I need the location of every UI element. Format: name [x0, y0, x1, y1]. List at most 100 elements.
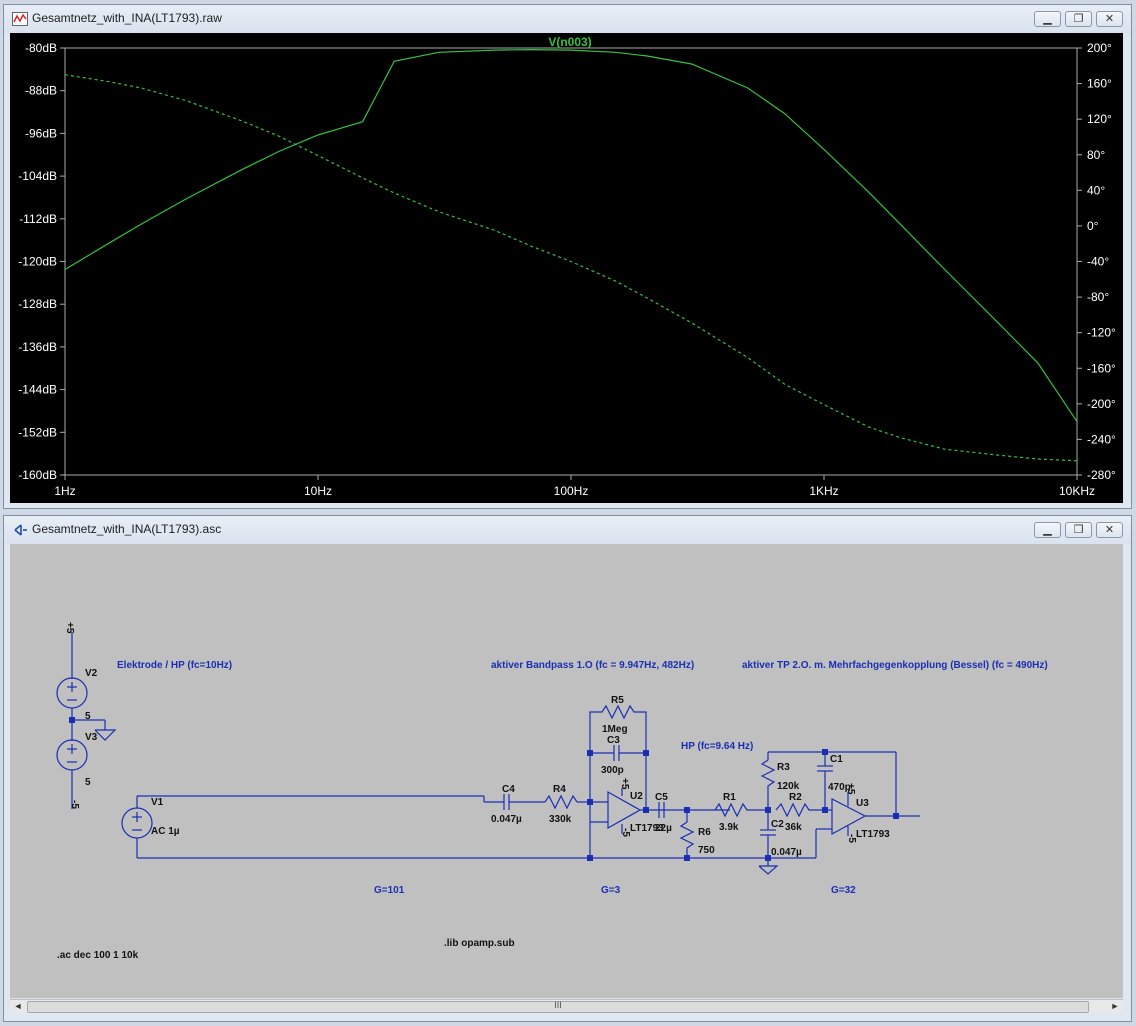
right-axis-tick-label: 80°: [1087, 148, 1105, 162]
schematic-canvas[interactable]: V2 5 V3 5 V1 AC 1µ C4 0.047µ R4 330k R5 …: [10, 544, 1123, 998]
right-axis-tick-label: -40°: [1087, 255, 1109, 269]
right-axis-tick-label: -280°: [1087, 468, 1116, 482]
c5-label: C5: [655, 792, 668, 803]
schematic-titlebar[interactable]: Gesamtnetz_with_INA(LT1793).asc ▁ ❐ ✕: [4, 516, 1131, 544]
x-axis-tick-label: 100Hz: [554, 484, 589, 498]
restore-button[interactable]: ❐: [1065, 522, 1092, 538]
supply-pos-label: +5: [64, 622, 75, 634]
c1-label: C1: [830, 754, 843, 765]
left-axis-tick-label: -120dB: [18, 255, 57, 269]
magnitude-trace: [64, 48, 1078, 422]
c5-value: 22µ: [655, 823, 672, 834]
left-axis-tick-label: -128dB: [18, 297, 57, 311]
r2-label: R2: [789, 792, 802, 803]
plot-titlebar[interactable]: Gesamtnetz_with_INA(LT1793).raw ▁ ❐ ✕: [4, 5, 1131, 33]
bode-plot-canvas: -80dB -88dB -96dB -104dB -112dB -120dB -128dB -…: [18, 35, 1116, 498]
x-axis-tick-label: 10KHz: [1059, 484, 1095, 498]
x-axis-tick-label: 1Hz: [54, 484, 75, 498]
right-axis-tick-label: 0°: [1087, 219, 1099, 233]
minimize-button[interactable]: ▁: [1034, 522, 1061, 538]
v3-value: 5: [85, 777, 91, 788]
x-axis-tick-label: 10Hz: [304, 484, 332, 498]
minimize-icon: ▁: [1043, 524, 1052, 536]
left-axis-tick-label: -112dB: [19, 212, 57, 226]
left-axis-tick-label: -144dB: [18, 383, 57, 397]
supply-neg-label: -5: [69, 800, 80, 809]
comment-gain1: G=101: [374, 885, 405, 896]
minimize-icon: ▁: [1043, 13, 1052, 25]
schematic-window: Gesamtnetz_with_INA(LT1793).asc ▁ ❐ ✕ V2…: [3, 515, 1132, 1022]
left-axis-tick-label: -160dB: [18, 468, 57, 482]
r4-label: R4: [553, 784, 566, 795]
schematic-window-title: Gesamtnetz_with_INA(LT1793).asc: [32, 522, 222, 536]
left-axis-tick-label: -152dB: [18, 425, 57, 439]
c3-label: C3: [607, 735, 620, 746]
u2-supply-pos: +5: [619, 778, 630, 790]
schematic-icon: [14, 524, 27, 536]
v2-label: V2: [85, 668, 98, 679]
r3-value: 120k: [777, 781, 800, 792]
c4-value: 0.047µ: [491, 814, 522, 825]
scroll-grip-icon: III: [554, 1000, 562, 1010]
u2-supply-neg: -5: [620, 828, 631, 837]
c4-label: C4: [502, 784, 515, 795]
r5-label: R5: [611, 695, 624, 706]
left-axis-tick-label: -88dB: [25, 84, 57, 98]
right-axis-tick-label: -240°: [1087, 432, 1116, 446]
close-button[interactable]: ✕: [1096, 11, 1123, 27]
trace-label[interactable]: V(n003): [548, 35, 591, 49]
minimize-button[interactable]: ▁: [1034, 11, 1061, 27]
right-axis-tick-label: -160°: [1087, 361, 1116, 375]
left-axis-tick-label: -80dB: [25, 41, 57, 55]
r3-label: R3: [777, 762, 790, 773]
phase-trace: [64, 74, 1078, 462]
scroll-right-button[interactable]: ►: [1108, 1000, 1122, 1013]
directive-ac[interactable]: .ac dec 100 1 10k: [57, 950, 139, 961]
restore-icon: ❐: [1073, 13, 1084, 25]
r1-label: R1: [723, 792, 736, 803]
left-axis-tick-label: -136dB: [18, 340, 57, 354]
comment-gain2: G=3: [601, 885, 621, 896]
comment-bandpass: aktiver Bandpass 1.O (fc = 9.947Hz, 482H…: [491, 660, 694, 671]
plot-window: Gesamtnetz_with_INA(LT1793).raw ▁ ❐ ✕ -8…: [3, 4, 1132, 509]
left-axis-tick-label: -104dB: [18, 169, 57, 183]
comment-highpass: HP (fc=9.64 Hz): [681, 741, 753, 752]
right-axis-tick-label: 200°: [1087, 41, 1112, 55]
bode-plot[interactable]: -80dB -88dB -96dB -104dB -112dB -120dB -128dB -…: [10, 33, 1123, 503]
r1-value: 3.9k: [719, 822, 739, 833]
comment-lowpass: aktiver TP 2.O. m. Mehrfachgegenkopplung…: [742, 660, 1048, 671]
c3-value: 300p: [601, 765, 624, 776]
r5-value: 1Meg: [602, 724, 628, 735]
u2-label: U2: [630, 791, 643, 802]
right-axis-tick-label: -80°: [1087, 290, 1109, 304]
r6-label: R6: [698, 827, 711, 838]
c2-value: 0.047µ: [771, 847, 802, 858]
right-axis-tick-label: -120°: [1087, 326, 1116, 340]
u3-supply-pos: +5: [845, 783, 856, 795]
restore-icon: ❐: [1073, 524, 1084, 536]
x-axis-tick-label: 1KHz: [809, 484, 838, 498]
c2-label: C2: [771, 819, 784, 830]
horizontal-scrollbar[interactable]: ◄ III ►: [10, 999, 1123, 1013]
u3-label: U3: [856, 798, 869, 809]
right-axis-tick-label: 40°: [1087, 183, 1105, 197]
close-icon: ✕: [1104, 524, 1115, 536]
right-axis-tick-label: 160°: [1087, 77, 1112, 91]
scroll-left-button[interactable]: ◄: [11, 1000, 25, 1013]
close-icon: ✕: [1104, 13, 1115, 25]
close-button[interactable]: ✕: [1096, 522, 1123, 538]
r4-value: 330k: [549, 814, 572, 825]
v2-value: 5: [85, 711, 91, 722]
right-axis-tick-label: 120°: [1087, 112, 1112, 126]
v3-label: V3: [85, 732, 98, 743]
scroll-thumb[interactable]: III: [27, 1000, 1089, 1013]
waveform-icon: [12, 12, 28, 26]
right-axis-tick-label: -200°: [1087, 397, 1116, 411]
restore-button[interactable]: ❐: [1065, 11, 1092, 27]
circuit-schematic: V2 5 V3 5 V1 AC 1µ C4 0.047µ R4 330k R5 …: [56, 622, 1048, 961]
left-axis-tick-label: -96dB: [25, 126, 57, 140]
v1-label: V1: [151, 797, 164, 808]
directive-lib[interactable]: .lib opamp.sub: [444, 938, 515, 949]
r2-value: 36k: [785, 822, 802, 833]
r6-value: 750: [698, 845, 715, 856]
